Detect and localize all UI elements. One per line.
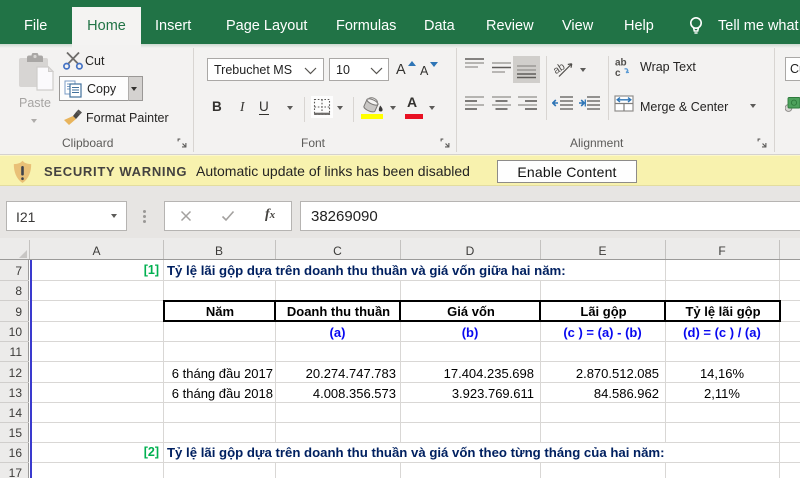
svg-text:c: c [615, 68, 621, 77]
svg-text:ab: ab [615, 58, 627, 69]
